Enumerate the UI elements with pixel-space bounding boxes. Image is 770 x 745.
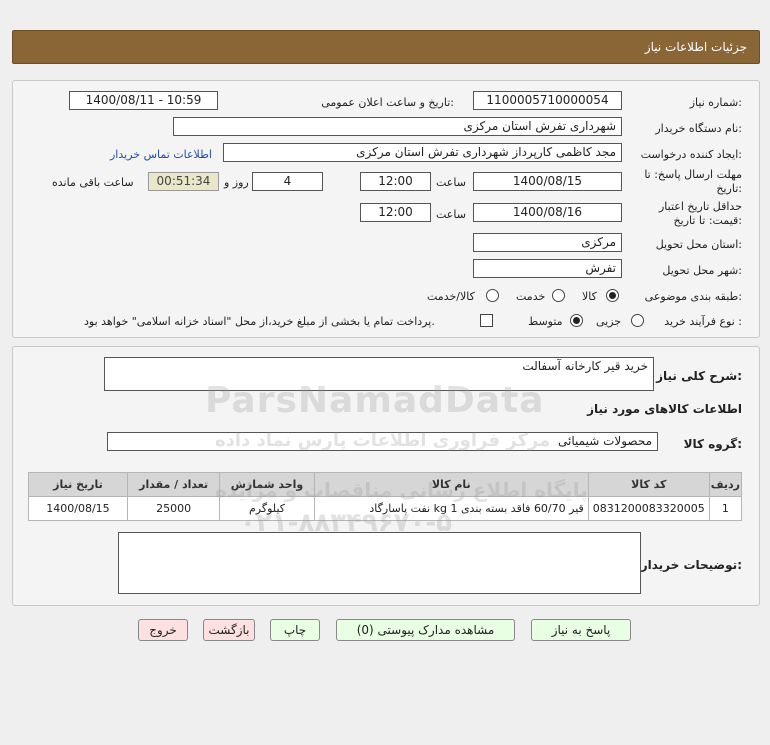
table-row: 1 0831200083320005 قیر 60/70 فاقد بسته ب…: [28, 496, 743, 521]
buyer-contact-link[interactable]: اطلاعات تماس خریدار: [110, 148, 212, 161]
attachments-button[interactable]: مشاهده مدارک پیوستی (0): [336, 619, 515, 641]
announce-field: 1400/08/11 - 10:59: [69, 91, 218, 110]
category-goods-radio[interactable]: [606, 289, 619, 302]
process-medium-radio[interactable]: [570, 314, 583, 327]
goods-info-title: اطلاعات کالاهای مورد نیاز: [587, 402, 742, 416]
category-label: طبقه بندی موضوعی:: [644, 290, 742, 303]
need-number-field: 1100005710000054: [473, 91, 622, 110]
price-validity-time-label: ساعت: [436, 208, 466, 221]
col-row-header: ردیف: [708, 472, 743, 497]
table-header-row: ردیف کد کالا نام کالا واحد شمارش تعداد /…: [28, 472, 743, 497]
category-service-radio[interactable]: [552, 289, 565, 302]
price-validity-time-field: 12:00: [360, 203, 431, 222]
treasury-payment-note: پرداخت تمام یا بخشی از مبلغ خرید،از محل …: [84, 315, 435, 328]
price-validity-label-1: حداقل تاریخ اعتبار: [658, 200, 742, 213]
exit-button[interactable]: خروج: [138, 619, 188, 641]
buyer-notes-field: [118, 532, 641, 594]
price-validity-label-2: قیمت: تا تاریخ:: [673, 214, 742, 227]
process-medium-label: متوسط: [528, 315, 563, 328]
process-minor-label: جزیی: [596, 315, 622, 328]
need-number-label: شماره نیاز:: [689, 96, 742, 109]
delivery-province-field: مرکزی: [473, 233, 622, 252]
delivery-province-label: استان محل تحویل:: [655, 238, 742, 251]
goods-table: ردیف کد کالا نام کالا واحد شمارش تعداد /…: [28, 472, 743, 521]
reply-time-label: ساعت: [436, 176, 466, 189]
buyer-org-field: شهرداری تفرش استان مرکزی: [173, 117, 622, 136]
cell-date: 1400/08/15: [28, 496, 128, 521]
goods-group-field: محصولات شیمیائی: [107, 432, 658, 451]
delivery-city-field: تفرش: [473, 259, 622, 278]
buyer-notes-label: توضیحات خریدار:: [640, 558, 742, 572]
col-date-header: تاریخ نیاز: [28, 472, 128, 497]
col-qty-header: تعداد / مقدار: [126, 472, 221, 497]
print-button[interactable]: چاپ: [270, 619, 320, 641]
requester-field: مجد کاظمی کارپرداز شهرداری تفرش استان مر…: [223, 143, 622, 162]
cell-qty: 25000: [126, 496, 221, 521]
col-unit-header: واحد شمارش: [219, 472, 315, 497]
category-goods-label: کالا: [582, 290, 597, 303]
back-button[interactable]: بازگشت: [203, 619, 255, 641]
page-title: جزئیات اطلاعات نیاز: [644, 40, 747, 54]
summary-label: شرح کلی نیاز:: [656, 369, 742, 383]
process-type-label: نوع فرآیند خرید :: [664, 315, 742, 328]
cell-unit: کیلوگرم: [219, 496, 315, 521]
days-label: روز و: [224, 176, 249, 189]
treasury-payment-checkbox[interactable]: [480, 314, 493, 327]
category-both-label: کالا/خدمت: [427, 290, 475, 303]
delivery-city-label: شهر محل تحویل:: [662, 264, 742, 277]
cell-row: 1: [708, 496, 743, 521]
buyer-org-label: نام دستگاه خریدار:: [655, 122, 742, 135]
summary-field: خرید قیر کارخانه آسفالت: [104, 357, 654, 391]
requester-label: ایجاد کننده درخواست:: [640, 148, 742, 161]
price-validity-date-field: 1400/08/16: [473, 203, 622, 222]
announce-label: تاریخ و ساعت اعلان عمومی:: [321, 96, 454, 109]
remaining-time-field: 00:51:34: [148, 172, 219, 191]
reply-button[interactable]: پاسخ به نیاز: [531, 619, 631, 641]
page-header: جزئیات اطلاعات نیاز: [12, 30, 760, 64]
goods-group-label: گروه کالا:: [683, 437, 742, 451]
reply-days-field: 4: [252, 172, 323, 191]
reply-deadline-label-2: تاریخ:: [716, 182, 742, 195]
category-both-radio[interactable]: [486, 289, 499, 302]
reply-deadline-label-1: مهلت ارسال پاسخ: تا: [644, 168, 742, 181]
reply-date-field: 1400/08/15: [473, 172, 622, 191]
process-minor-radio[interactable]: [631, 314, 644, 327]
col-code-header: کد کالا: [587, 472, 710, 497]
col-name-header: نام کالا: [313, 472, 589, 497]
cell-name: قیر 60/70 فاقد بسته بندی 1 kg نفت پاسارگ…: [313, 496, 589, 521]
category-service-label: خدمت: [516, 290, 546, 303]
reply-time-field: 12:00: [360, 172, 431, 191]
cell-code: 0831200083320005: [587, 496, 710, 521]
remaining-label: ساعت باقی مانده: [52, 176, 134, 189]
